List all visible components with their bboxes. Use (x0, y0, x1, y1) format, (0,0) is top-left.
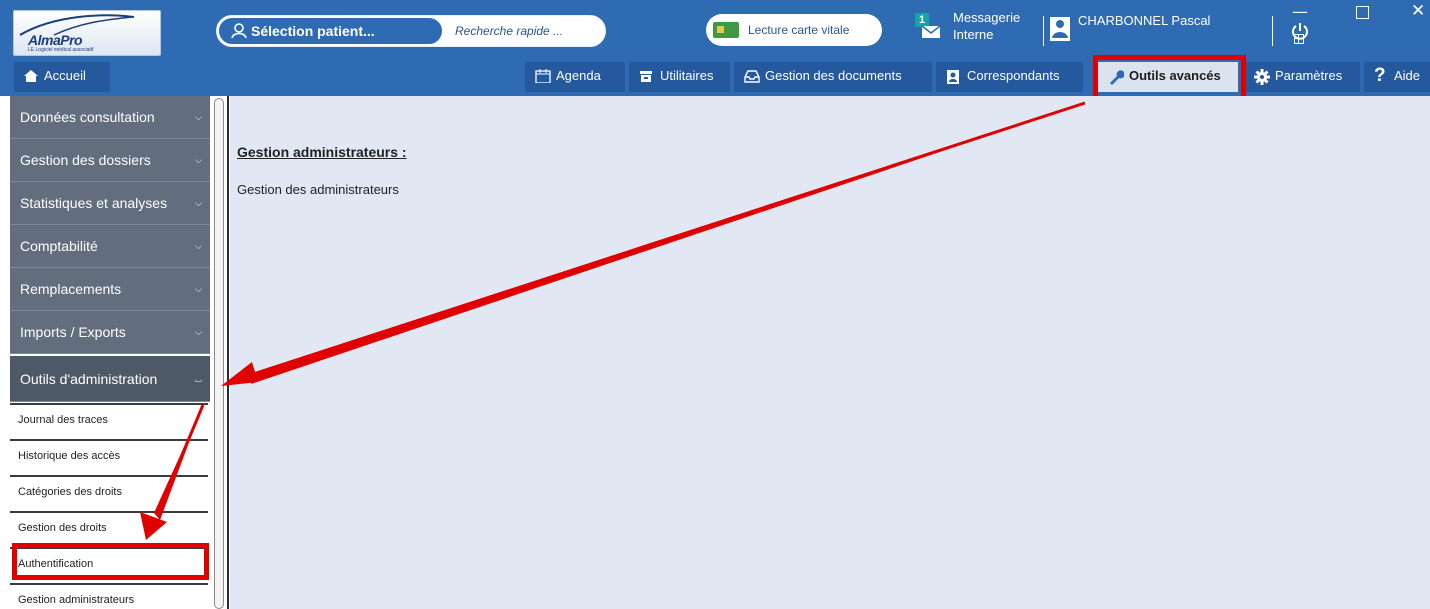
nav-parametres-label: Paramètres (1275, 68, 1343, 83)
sidebar-item-authentification[interactable]: Authentification (10, 547, 208, 583)
nav-agenda-label: Agenda (556, 68, 601, 83)
sidebar-section-gestion-dossiers[interactable]: Gestion des dossiers ⌵ (10, 139, 210, 182)
sidebar-section-label: Données consultation (20, 109, 155, 125)
sidebar-item-label: Gestion des droits (18, 522, 107, 534)
sidebar-section-imports-exports[interactable]: Imports / Exports ⌵ (10, 311, 210, 354)
doctor-user-icon (1050, 17, 1070, 41)
chevron-down-icon: ⌵ (195, 241, 202, 251)
nav-outils-avances-label: Outils avancés (1129, 68, 1221, 83)
sidebar-item-journal-traces[interactable]: Journal des traces (10, 403, 208, 439)
messaging-label[interactable]: Messagerie Interne (953, 9, 1033, 43)
chevron-down-icon: ⌵ (195, 112, 202, 122)
page-description: Gestion des administrateurs (237, 182, 399, 197)
calendar-icon (535, 69, 551, 83)
sidebar-section-donnees-consultation[interactable]: Données consultation ⌵ (10, 96, 210, 139)
top-bar: AlmaPro LE Logiciel médical associatif S… (0, 0, 1430, 62)
nav-agenda[interactable]: Agenda (525, 62, 625, 92)
logo-tagline: LE Logiciel médical associatif (28, 47, 94, 53)
nav-correspondants[interactable]: Correspondants (936, 62, 1083, 92)
minimize-window-icon[interactable]: — (1292, 2, 1308, 21)
header-separator (1272, 16, 1273, 46)
logo-brand: AlmaPro (28, 32, 83, 48)
nav-outils-avances[interactable]: Outils avancés (1098, 62, 1238, 92)
sidebar-item-label: Gestion administrateurs (18, 594, 135, 606)
header-separator (1043, 16, 1044, 46)
nav-gestion-documents[interactable]: Gestion des documents (734, 62, 932, 92)
patient-search-bar: Sélection patient... Recherche rapide ..… (216, 15, 606, 47)
chevron-up-icon: ⌴ (194, 374, 202, 384)
home-icon (24, 70, 38, 82)
sidebar-item-historique-acces[interactable]: Historique des accès (10, 439, 208, 475)
sidebar-section-remplacements[interactable]: Remplacements ⌵ (10, 268, 210, 311)
sidebar-item-label: Historique des accès (18, 450, 121, 462)
chevron-down-icon: ⌵ (195, 155, 202, 165)
main-content: Gestion administrateurs : Gestion des ad… (230, 96, 1430, 609)
gear-icon (1254, 69, 1270, 85)
sidebar-section-statistiques[interactable]: Statistiques et analyses ⌵ (10, 182, 210, 225)
sidebar-item-label: Authentification (18, 558, 94, 570)
vitale-card-icon (713, 22, 739, 38)
sidebar-scrollbar[interactable] (214, 98, 224, 609)
close-window-icon[interactable]: ✕ (1411, 1, 1425, 21)
select-patient-button[interactable]: Sélection patient... (217, 16, 444, 46)
sidebar-section-label: Gestion des dossiers (20, 152, 151, 168)
nav-utilitaires-label: Utilitaires (660, 68, 714, 83)
person-icon (231, 23, 247, 39)
vitale-card-button[interactable]: Lecture carte vitale (706, 14, 882, 46)
select-patient-label: Sélection patient... (251, 23, 375, 39)
sidebar-item-gestion-administrateurs[interactable]: Gestion administrateurs (10, 583, 208, 609)
user-name[interactable]: CHARBONNEL Pascal (1078, 13, 1210, 28)
inbox-icon (744, 70, 760, 83)
nav-gestion-documents-label: Gestion des documents (765, 68, 902, 83)
sidebar-splitter[interactable] (212, 96, 230, 609)
sidebar-item-label: Journal des traces (18, 414, 108, 426)
sidebar-section-label: Imports / Exports (20, 324, 126, 340)
page-title: Gestion administrateurs : (237, 144, 407, 160)
nav-utilitaires[interactable]: Utilitaires (629, 62, 730, 92)
sidebar-section-label: Comptabilité (20, 238, 98, 254)
nav-aide[interactable]: ? Aide (1364, 62, 1430, 92)
sidebar-item-gestion-droits[interactable]: Gestion des droits (10, 511, 208, 547)
question-icon: ? (1374, 65, 1386, 86)
main-menu-bar: Accueil Agenda Utilitaires Gestion des d… (0, 62, 1430, 96)
nav-aide-label: Aide (1394, 68, 1421, 83)
sidebar-section-label: Outils d'administration (20, 371, 158, 387)
sidebar-section-outils-administration[interactable]: Outils d'administration ⌴ (10, 356, 210, 402)
maximize-window-icon[interactable] (1356, 6, 1369, 19)
nav-correspondants-label: Correspondants (967, 68, 1060, 83)
sidebar-section-comptabilite[interactable]: Comptabilité ⌵ (10, 225, 210, 268)
messaging-button[interactable]: 1 (915, 13, 941, 41)
sidebar-section-label: Statistiques et analyses (20, 195, 168, 211)
nav-home[interactable]: Accueil (14, 62, 110, 92)
chevron-down-icon: ⌵ (195, 327, 202, 337)
almapro-logo[interactable]: AlmaPro LE Logiciel médical associatif (13, 10, 161, 56)
sidebar-section-label: Remplacements (20, 281, 122, 297)
contact-card-icon (947, 70, 959, 84)
vitale-card-label: Lecture carte vitale (748, 23, 850, 37)
quick-search-input[interactable]: Recherche rapide ... (455, 16, 563, 46)
nav-home-label: Accueil (44, 68, 86, 83)
mail-icon (921, 25, 941, 38)
panel-divider (227, 96, 229, 609)
sidebar-item-label: Catégories des droits (18, 486, 122, 498)
toolbox-icon (640, 71, 652, 82)
nav-parametres[interactable]: Paramètres (1244, 62, 1360, 92)
chevron-down-icon: ⌵ (195, 198, 202, 208)
chevron-down-icon: ⌵ (195, 284, 202, 294)
grid-layout-icon[interactable] (1294, 34, 1304, 44)
wrench-icon (1110, 70, 1124, 85)
sidebar-item-categories-droits[interactable]: Catégories des droits (10, 475, 208, 511)
